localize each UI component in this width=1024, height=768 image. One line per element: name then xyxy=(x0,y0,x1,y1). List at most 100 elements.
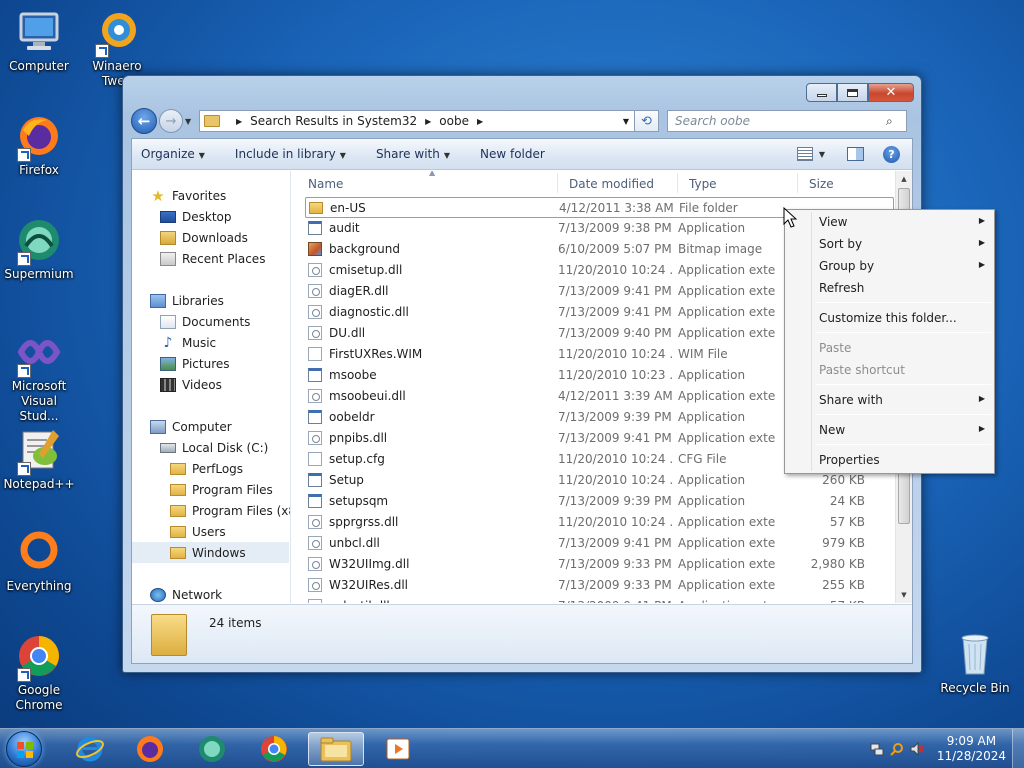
menu-item-paste-shortcut[interactable]: Paste shortcut xyxy=(788,359,991,381)
desktop-icon-firefox[interactable]: Firefox xyxy=(0,112,78,178)
nav-recent-places[interactable]: Recent Places xyxy=(160,248,265,269)
scroll-down-icon[interactable]: ▼ xyxy=(896,587,912,603)
file-row[interactable]: unbcl.dll 7/13/2009 9:41 PM Application ex… xyxy=(305,533,894,554)
file-type: Application xyxy=(678,221,746,235)
forward-button[interactable]: → xyxy=(159,109,183,133)
maximize-button[interactable] xyxy=(837,83,868,102)
desktop-icon-visual-studio[interactable]: Microsoft Visual Stud... xyxy=(0,328,78,424)
file-type: Application extens xyxy=(678,389,776,403)
menu-item-sort-by[interactable]: Sort by ▶ xyxy=(788,233,991,255)
chevron-right-icon[interactable]: ▶ xyxy=(425,117,431,126)
nav-local-disk[interactable]: Local Disk (C:) xyxy=(160,437,268,458)
file-date-modified: 7/13/2009 9:40 PM xyxy=(558,326,672,340)
taskbar-chrome[interactable] xyxy=(246,732,302,766)
taskbar-internet-explorer[interactable] xyxy=(62,732,118,766)
desktop-icon-recycle-bin[interactable]: Recycle Bin xyxy=(936,630,1014,696)
include-in-library-button[interactable]: Include in library ▼ xyxy=(235,147,346,161)
recent-pages-dropdown[interactable]: ▼ xyxy=(185,117,197,126)
share-with-button[interactable]: Share with ▼ xyxy=(376,147,450,161)
nav-label: Videos xyxy=(182,377,222,392)
menu-item-refresh[interactable]: Refresh xyxy=(788,277,991,299)
search-tray-icon[interactable] xyxy=(890,742,904,756)
taskbar-supermium[interactable] xyxy=(184,732,240,766)
nav-program-files-x86[interactable]: Program Files (x86 xyxy=(170,500,290,521)
back-button[interactable]: ← xyxy=(131,108,157,134)
scroll-up-icon[interactable]: ▲ xyxy=(896,171,912,187)
desktop-icon-computer[interactable]: Computer xyxy=(0,8,78,74)
chevron-right-icon[interactable]: ▶ xyxy=(236,117,242,126)
folder-icon xyxy=(151,614,187,656)
recent-places-icon xyxy=(160,251,176,266)
chevron-right-icon[interactable]: ▶ xyxy=(477,117,483,126)
network-status-icon[interactable] xyxy=(870,742,884,756)
desktop-icon-everything[interactable]: Everything xyxy=(0,528,78,594)
nav-network[interactable]: Network xyxy=(150,584,222,603)
nav-users[interactable]: Users xyxy=(170,521,226,542)
menu-item-customize-this-folder[interactable]: Customize this folder... xyxy=(788,307,991,329)
file-row[interactable]: wdsutil.dll7/13/2009 9:41 PM Application … xyxy=(305,596,894,603)
taskbar-firefox[interactable] xyxy=(122,732,178,766)
minimize-button[interactable] xyxy=(806,83,837,102)
close-button[interactable]: ✕ xyxy=(868,83,914,102)
taskbar-explorer[interactable] xyxy=(308,732,364,766)
file-row[interactable]: W32UIRes.dll 7/13/2009 9:33 PM Application… xyxy=(305,575,894,596)
breadcrumb-search-results[interactable]: Search Results in System32 xyxy=(250,114,417,128)
column-size[interactable]: Size xyxy=(809,177,834,191)
menu-item-new[interactable]: New ▶ xyxy=(788,419,991,441)
search-input[interactable]: Search oobe ⌕ xyxy=(667,110,907,132)
nav-libraries[interactable]: Libraries xyxy=(150,290,224,311)
nav-pictures[interactable]: Pictures xyxy=(160,353,230,374)
firefox-icon xyxy=(137,736,163,762)
nav-favorites[interactable]: ★ Favorites xyxy=(150,185,226,206)
new-folder-button[interactable]: New folder xyxy=(480,147,545,161)
column-date-modified[interactable]: Date modified xyxy=(569,177,654,191)
show-desktop-button[interactable] xyxy=(1012,729,1024,768)
nav-perflogs[interactable]: PerfLogs xyxy=(170,458,243,479)
address-bar[interactable]: ▶ Search Results in System32 ▶ oobe ▶ ▼ xyxy=(199,110,635,132)
view-options-dropdown[interactable]: ▼ xyxy=(819,150,825,159)
desktop-icon-chrome[interactable]: Google Chrome xyxy=(0,632,78,713)
desktop-icon-supermium[interactable]: Supermium xyxy=(0,216,78,282)
volume-muted-icon[interactable] xyxy=(910,741,924,757)
config-file-icon xyxy=(308,452,322,466)
nav-documents[interactable]: Documents xyxy=(160,311,250,332)
nav-program-files[interactable]: Program Files xyxy=(170,479,273,500)
column-type[interactable]: Type xyxy=(689,177,717,191)
nav-music[interactable]: ♪ Music xyxy=(160,332,217,353)
menu-item-paste[interactable]: Paste xyxy=(788,337,991,359)
dll-file-icon xyxy=(308,557,322,571)
refresh-button[interactable]: ⟲ xyxy=(635,110,659,132)
change-view-icon[interactable] xyxy=(796,147,813,161)
menu-item-properties[interactable]: Properties xyxy=(788,449,991,471)
file-date-modified: 4/12/2011 3:39 AM xyxy=(558,389,673,403)
dll-file-icon xyxy=(308,263,322,277)
nav-computer[interactable]: Computer xyxy=(150,416,232,437)
search-icon[interactable]: ⌕ xyxy=(886,114,906,129)
file-date-modified: 7/13/2009 9:41 PM xyxy=(558,536,672,550)
help-icon[interactable]: ? xyxy=(883,145,900,163)
column-name[interactable]: Name xyxy=(308,177,343,191)
breadcrumb-oobe[interactable]: oobe xyxy=(439,114,469,128)
start-button[interactable] xyxy=(6,731,42,767)
menu-item-group-by[interactable]: Group by ▶ xyxy=(788,255,991,277)
address-dropdown-icon[interactable]: ▼ xyxy=(618,117,634,126)
file-row[interactable]: spprgrss.dll 11/20/2010 10:24 ... Applicat… xyxy=(305,512,894,533)
nav-downloads[interactable]: Downloads xyxy=(160,227,248,248)
organize-button[interactable]: Organize ▼ xyxy=(141,147,205,161)
preview-pane-icon[interactable] xyxy=(847,147,864,161)
file-type: Application extens xyxy=(678,284,776,298)
menu-item-view[interactable]: View ▶ xyxy=(788,211,991,233)
nav-label: Program Files xyxy=(192,482,273,497)
file-date-modified: 7/13/2009 9:41 PM xyxy=(558,284,672,298)
everything-icon xyxy=(15,528,63,576)
nav-videos[interactable]: Videos xyxy=(160,374,222,395)
nav-windows[interactable]: Windows xyxy=(132,542,289,563)
file-row[interactable]: setupsqm 7/13/2009 9:39 PM Application 24 K… xyxy=(305,491,894,512)
desktop-icon-notepadpp[interactable]: Notepad++ xyxy=(0,426,78,492)
clock[interactable]: 9:09 AM 11/28/2024 xyxy=(937,734,1006,764)
nav-desktop[interactable]: Desktop xyxy=(160,206,232,227)
file-row[interactable]: W32UIImg.dll 7/13/2009 9:33 PM Application… xyxy=(305,554,894,575)
taskbar-media-player[interactable] xyxy=(370,732,426,766)
desktop-icon-label: Firefox xyxy=(19,163,59,177)
menu-item-share-with[interactable]: Share with ▶ xyxy=(788,389,991,411)
